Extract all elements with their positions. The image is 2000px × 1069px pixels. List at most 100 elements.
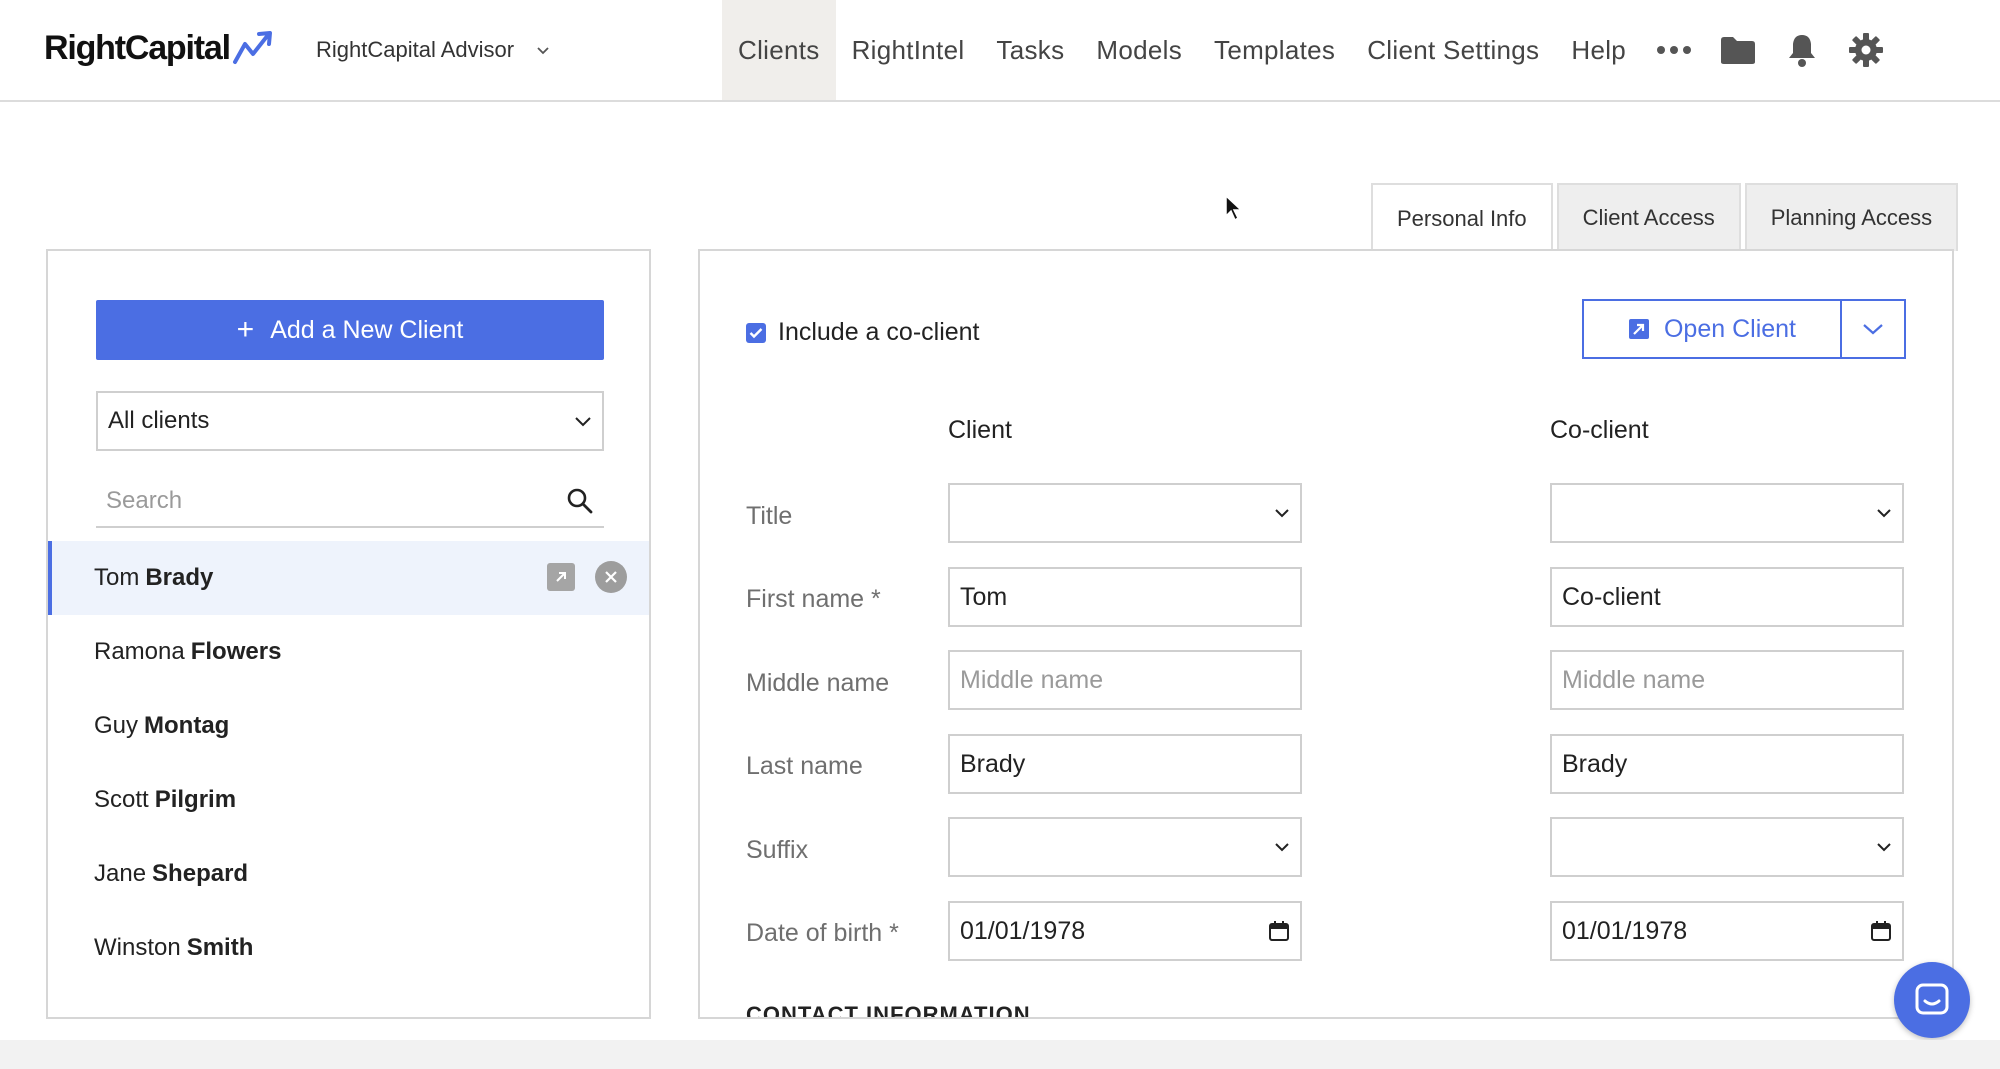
client-first-name: Jane	[94, 860, 147, 887]
include-coclient-option[interactable]: Include a co-client	[746, 318, 980, 347]
logo-arrow-icon	[232, 31, 272, 64]
window-bottom-edge	[0, 1040, 2000, 1069]
chat-launcher-button[interactable]	[1894, 962, 1970, 1038]
coclient-last-name-value: Brady	[1562, 749, 1628, 778]
search-icon[interactable]	[566, 487, 594, 515]
column-header-client: Client	[948, 416, 1012, 444]
coclient-last-name-field[interactable]: Brady	[1550, 734, 1904, 794]
middle-name-label: Middle name	[746, 669, 890, 697]
client-list: Tom Brady Ramona Flowers Guy Montag Scot…	[48, 541, 649, 985]
client-first-name: Ramona	[94, 638, 185, 665]
chevron-down-icon	[537, 47, 549, 55]
client-last-name-field[interactable]: Brady	[948, 734, 1302, 794]
nav-templates[interactable]: Templates	[1198, 0, 1351, 100]
more-icon[interactable]	[1642, 0, 1706, 100]
client-last-name: Montag	[144, 712, 230, 739]
top-navigation-bar: RightCapital RightCapital Advisor Client…	[0, 0, 2000, 102]
client-last-name: Smith	[186, 934, 254, 961]
client-list-item[interactable]: Jane Shepard	[48, 837, 649, 911]
client-dob-field[interactable]: 01/01/1978	[948, 901, 1302, 961]
coclient-middle-name-field[interactable]: Middle name	[1550, 650, 1904, 710]
nav-models[interactable]: Models	[1080, 0, 1198, 100]
personal-info-panel: Include a co-client Open Client Client C…	[698, 249, 1954, 1019]
client-first-name-field[interactable]: Tom	[948, 567, 1302, 627]
chat-icon	[1915, 983, 1949, 1015]
gear-icon[interactable]	[1834, 0, 1898, 100]
client-filter-select[interactable]: All clients	[96, 391, 604, 451]
nav-help[interactable]: Help	[1555, 0, 1642, 100]
calendar-icon[interactable]	[1268, 920, 1290, 942]
client-first-name: Scott	[94, 786, 149, 813]
client-last-name: Pilgrim	[154, 786, 237, 813]
client-last-name: Brady	[145, 564, 214, 591]
client-list-item[interactable]: Guy Montag	[48, 689, 649, 763]
coclient-first-name-value: Co-client	[1562, 582, 1661, 611]
last-name-label: Last name	[746, 752, 863, 780]
date-of-birth-label: Date of birth *	[746, 919, 899, 947]
include-coclient-checkbox[interactable]	[746, 322, 766, 343]
remove-client-icon[interactable]	[595, 561, 627, 593]
client-detail-tabs: Personal Info Client Access Planning Acc…	[1371, 183, 1962, 253]
include-coclient-label: Include a co-client	[778, 318, 980, 346]
client-list-item[interactable]: Winston Smith	[48, 911, 649, 985]
tab-planning-access[interactable]: Planning Access	[1744, 183, 1959, 251]
first-name-label: First name *	[746, 585, 881, 613]
chevron-down-icon	[1863, 324, 1883, 335]
account-name: RightCapital Advisor	[316, 37, 515, 62]
client-list-item[interactable]: Ramona Flowers	[48, 615, 649, 689]
open-client-split-button: Open Client	[1582, 299, 1906, 359]
client-title-select[interactable]	[948, 483, 1302, 543]
add-new-client-button[interactable]: + Add a New Client	[96, 300, 604, 360]
client-last-name: Shepard	[152, 860, 249, 887]
chevron-down-icon	[575, 417, 591, 427]
rightcapital-logo[interactable]: RightCapital	[44, 24, 274, 72]
client-first-name: Tom	[94, 564, 140, 591]
folder-icon[interactable]	[1706, 0, 1770, 100]
client-last-name: Flowers	[190, 638, 282, 665]
checkmark-icon	[749, 327, 763, 338]
bell-icon[interactable]	[1770, 0, 1834, 100]
coclient-first-name-field[interactable]: Co-client	[1550, 567, 1904, 627]
add-new-client-label: Add a New Client	[270, 315, 464, 344]
open-client-label: Open Client	[1663, 314, 1797, 343]
chevron-down-icon	[1275, 509, 1289, 518]
client-first-name: Guy	[94, 712, 139, 739]
client-first-name-value: Tom	[960, 582, 1008, 611]
calendar-icon[interactable]	[1870, 920, 1892, 942]
coclient-dob-field[interactable]: 01/01/1978	[1550, 901, 1904, 961]
column-header-coclient: Co-client	[1550, 416, 1649, 444]
open-client-button[interactable]: Open Client	[1584, 301, 1842, 357]
nav-clients[interactable]: Clients	[722, 0, 836, 100]
client-middle-name-placeholder: Middle name	[960, 665, 1104, 694]
nav-client-settings[interactable]: Client Settings	[1351, 0, 1555, 100]
coclient-middle-name-placeholder: Middle name	[1562, 665, 1706, 694]
account-switcher[interactable]: RightCapital Advisor	[316, 37, 550, 63]
client-dob-value: 01/01/1978	[960, 916, 1086, 945]
tab-personal-info[interactable]: Personal Info	[1371, 183, 1553, 253]
row-actions	[547, 561, 627, 593]
nav-rightintel[interactable]: RightIntel	[836, 0, 981, 100]
tab-client-access[interactable]: Client Access	[1556, 183, 1741, 251]
logo-text: RightCapital	[44, 28, 231, 67]
chevron-down-icon	[1877, 509, 1891, 518]
client-filter-value: All clients	[108, 407, 210, 434]
open-external-icon[interactable]	[547, 563, 575, 591]
open-client-dropdown-toggle[interactable]	[1842, 301, 1904, 357]
mouse-cursor-icon	[1225, 194, 1243, 222]
client-last-name-value: Brady	[960, 749, 1026, 778]
coclient-suffix-select[interactable]	[1550, 817, 1904, 877]
main-nav: Clients RightIntel Tasks Models Template…	[722, 0, 1898, 100]
coclient-title-select[interactable]	[1550, 483, 1904, 543]
title-label: Title	[746, 502, 793, 530]
client-suffix-select[interactable]	[948, 817, 1302, 877]
contact-information-heading: CONTACT INFORMATION	[746, 1002, 1031, 1019]
chevron-down-icon	[1877, 843, 1891, 852]
search-input[interactable]	[106, 487, 526, 515]
client-list-item[interactable]: Scott Pilgrim	[48, 763, 649, 837]
client-first-name: Winston	[94, 934, 181, 961]
nav-tasks[interactable]: Tasks	[980, 0, 1080, 100]
plus-icon: +	[236, 313, 255, 346]
client-middle-name-field[interactable]: Middle name	[948, 650, 1302, 710]
coclient-dob-value: 01/01/1978	[1562, 916, 1688, 945]
client-list-item[interactable]: Tom Brady	[48, 541, 649, 615]
